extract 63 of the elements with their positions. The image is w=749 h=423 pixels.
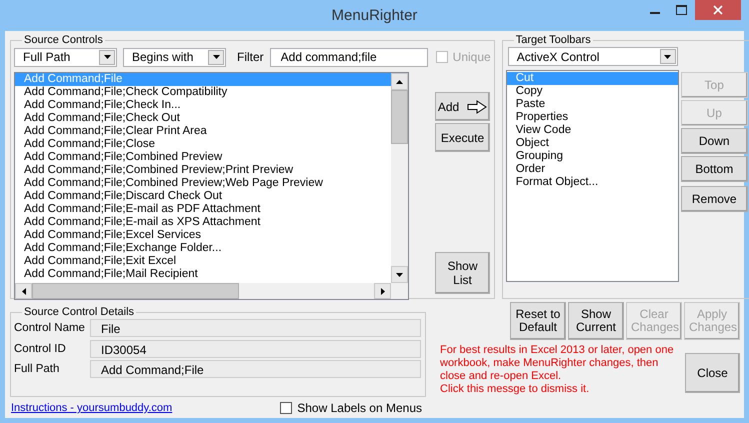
show-list-button[interactable]: Show List xyxy=(435,252,490,294)
list-item[interactable]: View Code xyxy=(506,124,678,137)
caret-icon xyxy=(664,54,672,58)
caret-icon xyxy=(212,55,220,59)
add-button[interactable]: Add xyxy=(435,92,490,121)
list-item[interactable]: Add Command;File;Check In... xyxy=(15,99,391,112)
scroll-right-icon xyxy=(380,288,384,294)
show-labels-checkbox[interactable]: Show Labels on Menus xyxy=(280,401,422,415)
field-label: Control ID xyxy=(14,342,67,354)
scroll-up-icon xyxy=(396,80,403,84)
maximize-icon xyxy=(676,5,687,15)
filter-label: Filter xyxy=(237,50,264,64)
list-item[interactable]: Add Command;File;Mail Recipient xyxy=(15,268,391,281)
list-item[interactable]: Paste xyxy=(506,98,678,111)
list-item[interactable]: Add Command;File;Discard Check Out xyxy=(15,190,391,203)
list-item[interactable]: Add Command;File;Combined Preview xyxy=(15,151,391,164)
close-icon xyxy=(713,5,723,15)
execute-button[interactable]: Execute xyxy=(435,123,490,152)
list-item[interactable]: Format Object... xyxy=(506,176,678,189)
list-item[interactable]: Add Command;File;Exit Excel xyxy=(15,255,391,268)
list-item[interactable]: Add Command;File;Check Out xyxy=(15,112,391,125)
group-title: Source Controls xyxy=(23,34,104,46)
instructions-link[interactable]: Instructions - yoursumbuddy.com xyxy=(11,402,172,414)
window-title: MenuRighter xyxy=(332,7,418,24)
read-only-field: ID30054 xyxy=(90,340,421,358)
list-item[interactable]: Grouping xyxy=(506,150,678,163)
list-item[interactable]: Add Command;File;Clear Print Area xyxy=(15,125,391,138)
list-item[interactable]: Add Command;File;Exchange Folder... xyxy=(15,242,391,255)
minimize-icon xyxy=(650,12,660,14)
list-item[interactable]: Order xyxy=(506,163,678,176)
field-label: Full Path xyxy=(14,363,60,375)
list-item[interactable]: Add Command;File;Excel Services xyxy=(15,229,391,242)
caret-icon xyxy=(104,55,110,59)
dropdown[interactable]: Full Path xyxy=(14,48,117,66)
field-label: Control Name xyxy=(14,322,86,334)
list-item[interactable]: Add Command;File;Check Compatibility xyxy=(15,86,391,99)
action-button[interactable]: Reset to Default xyxy=(510,302,566,340)
list-item[interactable]: Add Command;File;E-mail as XPS Attachment xyxy=(15,216,391,229)
filter-field[interactable]: Add command;file xyxy=(270,48,428,66)
action-button[interactable]: Show Current xyxy=(568,302,624,340)
read-only-field: Add Command;File xyxy=(90,360,421,378)
list-item[interactable]: Copy xyxy=(506,85,678,98)
list-item[interactable]: Object xyxy=(506,137,678,150)
scroll-left-icon xyxy=(22,288,26,294)
list-item[interactable]: Add Command;File;E-mail as PDF Attachment xyxy=(15,203,391,216)
toolbar-button[interactable]: Bottom xyxy=(680,156,748,182)
toolbar-button[interactable]: Remove xyxy=(680,186,748,212)
read-only-field: File xyxy=(90,319,421,337)
warning-message[interactable]: For best results in Excel 2013 or later, open one workbook, make MenuRighter changes, then close and re-open Excel. Click this messge to dismiss it. xyxy=(440,344,685,396)
arrow-right-icon xyxy=(467,100,488,114)
list-item[interactable]: Add Command;File;Combined Preview;Web Page Preview xyxy=(15,177,391,190)
scroll-down-icon xyxy=(396,272,403,276)
close-button[interactable] xyxy=(695,0,741,20)
list-item[interactable]: Add Command;File;Close xyxy=(15,138,391,151)
dropdown[interactable]: ActiveX Control xyxy=(508,47,678,66)
list-item[interactable]: Add Command;File;Combined Preview;Print Preview xyxy=(15,164,391,177)
group-title: Source Control Details xyxy=(23,306,136,318)
close-dialog-button[interactable]: Close xyxy=(685,353,740,393)
dropdown[interactable]: Begins with xyxy=(123,48,226,66)
toolbar-button[interactable]: Down xyxy=(680,128,748,154)
scrollbar[interactable] xyxy=(391,73,408,283)
list-item[interactable]: Properties xyxy=(506,111,678,124)
group-title: Target Toolbars xyxy=(514,34,592,46)
